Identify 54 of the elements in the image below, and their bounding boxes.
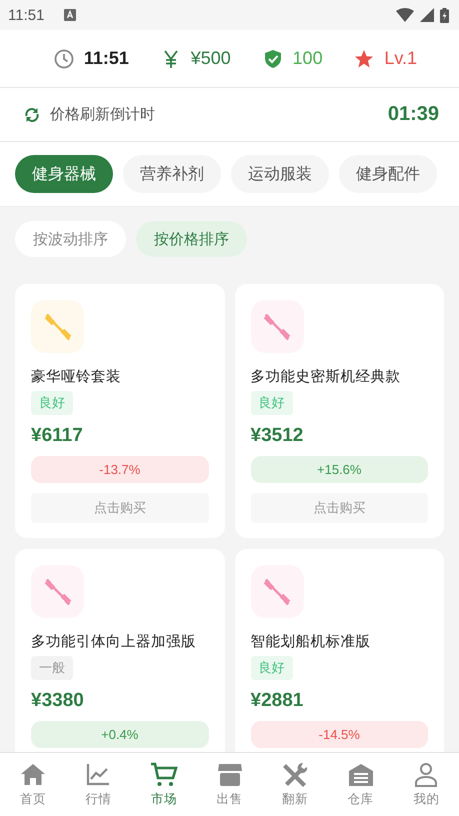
status-time: 11:51 xyxy=(8,6,44,24)
buy-button[interactable]: 点击购买 xyxy=(31,493,208,523)
sort-button[interactable]: 按波动排序 xyxy=(15,221,126,257)
tools-icon[interactable] xyxy=(281,761,310,789)
battery-icon xyxy=(440,8,449,22)
store-icon[interactable] xyxy=(216,761,244,789)
price-change: +15.6% xyxy=(250,456,428,483)
refresh-icon xyxy=(23,106,41,124)
category-tab[interactable]: 营养补剂 xyxy=(123,155,221,193)
nav-label[interactable]: 出售 xyxy=(216,791,243,808)
buy-button[interactable]: 点击购买 xyxy=(250,493,428,523)
star-icon xyxy=(354,48,374,68)
cart-icon[interactable] xyxy=(150,761,178,789)
product-name: 多功能引体向上器加强版 xyxy=(31,633,196,651)
product-name: 多功能史密斯机经典款 xyxy=(250,368,400,386)
product-card[interactable]: 豪华哑铃套装 良好 ¥6117 -13.7% 点击购买 xyxy=(15,284,224,538)
category-tab[interactable]: 健身配件 xyxy=(339,155,437,193)
product-price: ¥3512 xyxy=(250,425,304,447)
signal-icon xyxy=(420,8,434,22)
countdown-timer: 01:39 xyxy=(388,103,439,126)
price-change: -14.5% xyxy=(250,721,428,748)
product-name: 豪华哑铃套装 xyxy=(31,368,121,386)
nav-label[interactable]: 仓库 xyxy=(348,791,374,808)
health-value: 100 xyxy=(292,48,323,69)
product-card[interactable]: 多功能引体向上器加强版 一般 ¥3380 +0.4% xyxy=(15,549,224,752)
sort-button[interactable]: 按价格排序 xyxy=(136,221,247,257)
countdown-label: 价格刷新倒计时 xyxy=(50,105,156,124)
product-price: ¥2881 xyxy=(250,690,304,712)
clock-icon xyxy=(54,48,74,68)
condition-tag: 良好 xyxy=(250,391,292,415)
keyboard-icon xyxy=(64,9,76,21)
nav-label[interactable]: 行情 xyxy=(85,791,112,808)
product-price: ¥3380 xyxy=(31,690,84,712)
nav-label[interactable]: 首页 xyxy=(20,791,46,808)
price-change: +0.4% xyxy=(31,721,208,748)
condition-tag: 良好 xyxy=(31,391,73,415)
nav-label[interactable]: 我的 xyxy=(413,791,440,808)
game-time: 11:51 xyxy=(84,48,129,69)
category-tab[interactable]: 运动服装 xyxy=(231,155,329,193)
product-price: ¥6117 xyxy=(31,425,83,447)
product-card[interactable]: 智能划船机标准版 良好 ¥2881 -14.5% xyxy=(234,549,444,752)
level-value: Lv.1 xyxy=(384,48,418,69)
shield-check-icon xyxy=(262,48,283,68)
nav-label[interactable]: 市场 xyxy=(150,791,177,808)
price-change: -13.7% xyxy=(31,456,208,483)
product-name: 智能划船机标准版 xyxy=(250,633,370,651)
money-amount: ¥500 xyxy=(190,48,231,69)
nav-label[interactable]: 翻新 xyxy=(282,791,308,808)
wifi-icon xyxy=(396,8,414,22)
condition-tag: 一般 xyxy=(31,656,73,680)
condition-tag: 良好 xyxy=(250,656,292,680)
category-tab[interactable]: 健身器械 xyxy=(15,155,113,193)
product-card[interactable]: 多功能史密斯机经典款 良好 ¥3512 +15.6% 点击购买 xyxy=(234,284,444,538)
warehouse-icon[interactable] xyxy=(346,761,375,789)
